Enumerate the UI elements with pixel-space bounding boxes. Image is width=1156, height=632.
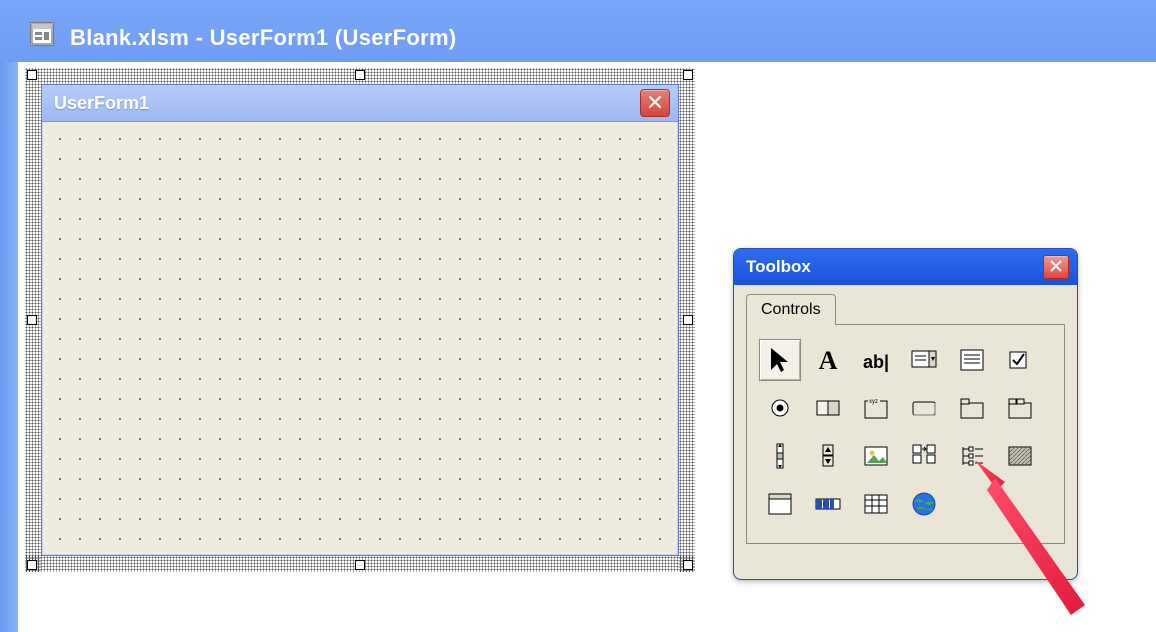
frame-icon[interactable] — [855, 387, 897, 429]
spinbutton-icon[interactable] — [807, 435, 849, 477]
treeview-icon[interactable] — [951, 435, 993, 477]
listview-icon[interactable] — [759, 483, 801, 525]
toolbox-tab-controls[interactable]: Controls — [746, 294, 836, 325]
progressbar-icon[interactable] — [807, 483, 849, 525]
imagelist-icon[interactable] — [999, 435, 1041, 477]
refedit-icon[interactable] — [903, 435, 945, 477]
toolbox-title: Toolbox — [746, 257, 811, 277]
close-icon — [1050, 257, 1062, 277]
webbrowser-icon[interactable] — [903, 483, 945, 525]
resize-handle-top-middle[interactable] — [355, 70, 365, 80]
image-icon[interactable] — [855, 435, 897, 477]
select-objects-icon[interactable] — [759, 339, 801, 381]
tabstrip-icon[interactable] — [951, 387, 993, 429]
listbox-icon[interactable] — [951, 339, 993, 381]
userform-close-button[interactable] — [640, 89, 670, 117]
multipage-icon[interactable] — [999, 387, 1041, 429]
mdi-titlebar[interactable]: Blank.xlsm - UserForm1 (UserForm) — [0, 0, 1156, 62]
optionbutton-icon[interactable] — [759, 387, 801, 429]
toolbox-panel — [746, 324, 1065, 544]
commandbutton-icon[interactable] — [903, 387, 945, 429]
resize-handle-top-left[interactable] — [27, 70, 37, 80]
scrollbar-icon[interactable] — [759, 435, 801, 477]
toolbox-close-button[interactable] — [1043, 255, 1069, 279]
toolbox-body: Controls — [746, 293, 1065, 567]
togglebutton-icon[interactable] — [807, 387, 849, 429]
resize-handle-top-right[interactable] — [683, 70, 693, 80]
toolbox-window[interactable]: Toolbox Controls — [733, 248, 1078, 580]
mdi-title: Blank.xlsm - UserForm1 (UserForm) — [70, 25, 456, 51]
userform-title: UserForm1 — [54, 93, 149, 114]
resize-handle-middle-right[interactable] — [683, 315, 693, 325]
combobox-icon[interactable] — [903, 339, 945, 381]
selection-frame: UserForm1 — [25, 68, 695, 572]
resize-handle-bottom-middle[interactable] — [355, 560, 365, 570]
datepicker-icon[interactable] — [855, 483, 897, 525]
resize-handle-bottom-right[interactable] — [683, 560, 693, 570]
label-icon[interactable] — [807, 339, 849, 381]
userform-titlebar[interactable]: UserForm1 — [42, 85, 678, 122]
resize-handle-bottom-left[interactable] — [27, 560, 37, 570]
form-icon — [30, 22, 54, 46]
checkbox-icon[interactable] — [999, 339, 1041, 381]
toolbox-titlebar[interactable]: Toolbox — [734, 249, 1077, 285]
userform-window[interactable]: UserForm1 — [41, 84, 679, 556]
close-icon — [648, 93, 662, 114]
mdi-left-border — [0, 0, 18, 632]
toolbox-tab-label: Controls — [761, 301, 821, 318]
resize-handle-middle-left[interactable] — [27, 315, 37, 325]
textbox-icon[interactable] — [855, 339, 897, 381]
userform-design-surface[interactable] — [44, 123, 676, 553]
toolbox-grid — [759, 339, 1052, 525]
